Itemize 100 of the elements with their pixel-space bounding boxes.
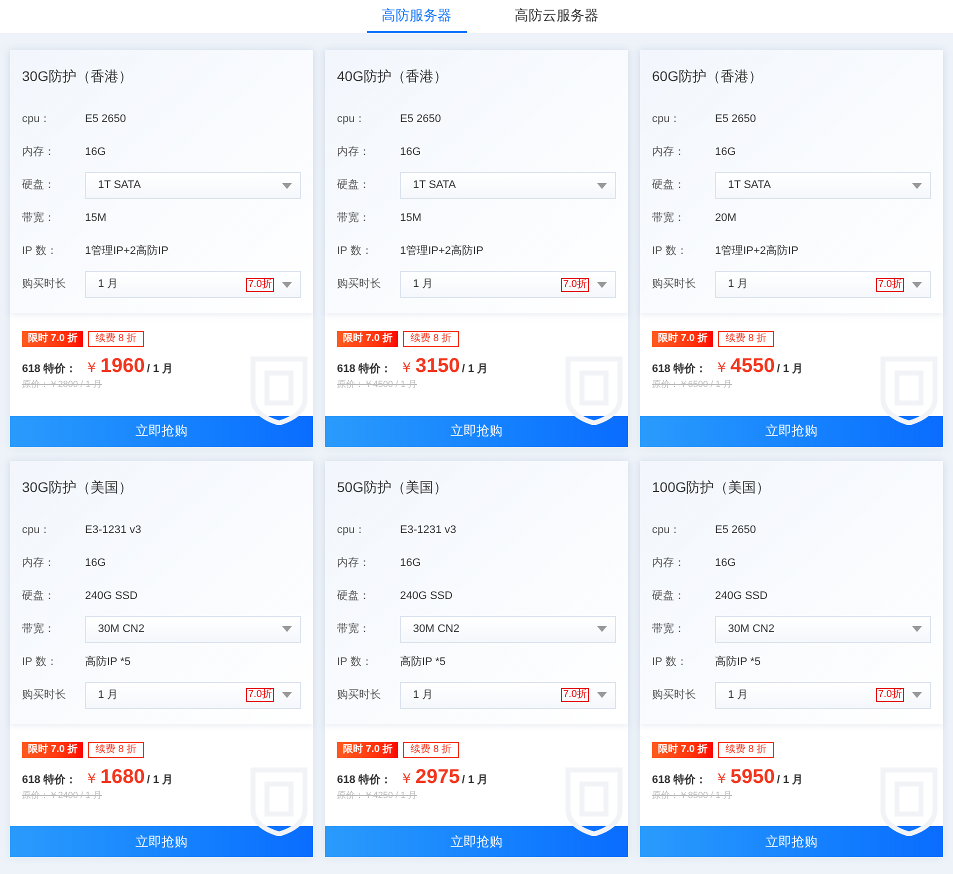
select-value: 30M CN2 <box>413 622 460 637</box>
spec-label: IP 数： <box>337 654 374 670</box>
select-field[interactable]: 1 月 7.0折 <box>85 271 301 298</box>
promo-badge: 限时 7.0 折 <box>652 331 714 347</box>
spec-label: 内存： <box>22 145 56 160</box>
spec-value: 240G SSD <box>85 588 138 604</box>
shield-icon <box>249 766 309 836</box>
buy-button[interactable]: 立即抢购 <box>325 416 628 446</box>
original-price: 原价：￥4500 / 1 月 <box>337 378 418 391</box>
spec-value: 15M <box>85 211 106 226</box>
select-field[interactable]: 30M CN2 <box>85 616 301 642</box>
spec-value: 240G SSD <box>400 588 453 604</box>
shield-icon <box>879 355 939 425</box>
select-field[interactable]: 1 月 7.0折 <box>400 682 616 708</box>
select-field[interactable]: 1 月 7.0折 <box>85 682 301 708</box>
spec-label: cpu： <box>652 112 682 128</box>
select-field[interactable]: 30M CN2 <box>400 616 616 642</box>
spec-label: 内存： <box>337 556 371 571</box>
spec-label: cpu： <box>22 112 52 128</box>
caret-icon <box>282 626 292 632</box>
promo-badge: 续费 8 折 <box>718 742 774 758</box>
discount-tag: 7.0折 <box>876 278 904 292</box>
spec-label: 带宽： <box>652 622 686 637</box>
buy-button[interactable]: 立即抢购 <box>10 826 313 857</box>
buy-button[interactable]: 立即抢购 <box>640 416 943 446</box>
price-value: 5950 <box>730 766 775 788</box>
spec-label: 硬盘： <box>652 178 686 194</box>
select-value: 1 月 <box>413 688 434 703</box>
promo-badge: 续费 8 折 <box>88 742 144 758</box>
select-value: 1 月 <box>728 277 750 292</box>
spec-value: E3-1231 v3 <box>400 522 456 538</box>
select-field[interactable]: 30M CN2 <box>715 616 931 642</box>
select-field[interactable]: 1 月 7.0折 <box>400 271 616 298</box>
spec-value: 16G <box>715 145 736 160</box>
select-field[interactable]: 1T SATA <box>400 172 616 199</box>
discount-tag: 7.0折 <box>246 688 274 702</box>
currency-sign: ￥ <box>84 358 98 377</box>
price-unit: / 1 月 <box>146 362 174 377</box>
currency-sign: ￥ <box>399 768 414 788</box>
spec-label: 购买时长 <box>22 688 67 703</box>
caret-icon <box>282 182 292 188</box>
buy-button[interactable]: 立即抢购 <box>325 826 628 857</box>
select-field[interactable]: 1T SATA <box>85 172 301 199</box>
select-value: 1 月 <box>98 688 120 703</box>
price-unit: / 1 月 <box>776 362 804 377</box>
price-unit: / 1 月 <box>462 772 488 788</box>
spec-label: 购买时长 <box>652 277 697 292</box>
spec-value: 1管理IP+2高防IP <box>85 244 168 260</box>
shield-icon <box>564 766 624 836</box>
buy-button[interactable]: 立即抢购 <box>640 826 943 857</box>
currency-sign: ￥ <box>714 358 728 377</box>
price-label: 618 特价： <box>22 772 76 788</box>
spec-value: 高防IP *5 <box>85 654 131 670</box>
tab[interactable]: 高防云服务器 <box>506 0 606 33</box>
spec-label: 购买时长 <box>652 688 697 703</box>
caret-icon <box>912 182 922 188</box>
spec-value: E5 2650 <box>715 522 756 538</box>
select-field[interactable]: 1T SATA <box>715 172 931 199</box>
price-label: 618 特价： <box>652 362 706 377</box>
spec-label: 购买时长 <box>22 277 67 292</box>
price-unit: / 1 月 <box>776 772 804 788</box>
spec-value: E3-1231 v3 <box>85 522 142 538</box>
spec-label: 购买时长 <box>337 688 382 703</box>
caret-icon <box>597 182 607 188</box>
discount-tag: 7.0折 <box>561 278 589 292</box>
tab[interactable]: 高防服务器 <box>366 0 466 33</box>
promo-badge: 限时 7.0 折 <box>22 742 84 758</box>
shield-icon <box>879 766 939 836</box>
price-unit: / 1 月 <box>146 772 174 788</box>
card-title: 100G防护（美国） <box>652 478 772 496</box>
original-price: 原价：￥8500 / 1 月 <box>652 788 734 802</box>
spec-label: 带宽： <box>652 210 686 226</box>
caret-icon <box>912 692 922 698</box>
currency-sign: ￥ <box>399 358 414 377</box>
select-field[interactable]: 1 月 7.0折 <box>715 682 931 708</box>
buy-button[interactable]: 立即抢购 <box>10 416 313 446</box>
spec-label: 带宽： <box>337 622 371 637</box>
caret-icon <box>282 692 292 698</box>
select-value: 30M CN2 <box>728 622 776 637</box>
spec-label: 硬盘： <box>337 178 371 194</box>
promo-badge: 限时 7.0 折 <box>337 742 398 758</box>
price-label: 618 特价： <box>22 362 76 377</box>
select-value: 1 月 <box>413 277 434 292</box>
caret-icon <box>282 282 292 288</box>
spec-label: 内存： <box>337 145 371 160</box>
spec-label: cpu： <box>22 522 52 538</box>
spec-label: 内存： <box>652 145 686 160</box>
select-value: 1T SATA <box>98 178 142 194</box>
spec-value: E5 2650 <box>715 112 756 128</box>
price-value: 1680 <box>100 766 145 788</box>
select-value: 1 月 <box>728 688 750 703</box>
discount-tag: 7.0折 <box>246 278 274 292</box>
spec-label: cpu： <box>652 522 682 538</box>
select-field[interactable]: 1 月 7.0折 <box>715 271 931 298</box>
promo-badge: 限时 7.0 折 <box>22 331 84 347</box>
caret-icon <box>912 626 922 632</box>
spec-value: 16G <box>400 145 421 160</box>
price-value: 3150 <box>415 355 460 377</box>
card-title: 50G防护（美国） <box>337 478 448 496</box>
promo-badge: 限时 7.0 折 <box>652 742 714 758</box>
